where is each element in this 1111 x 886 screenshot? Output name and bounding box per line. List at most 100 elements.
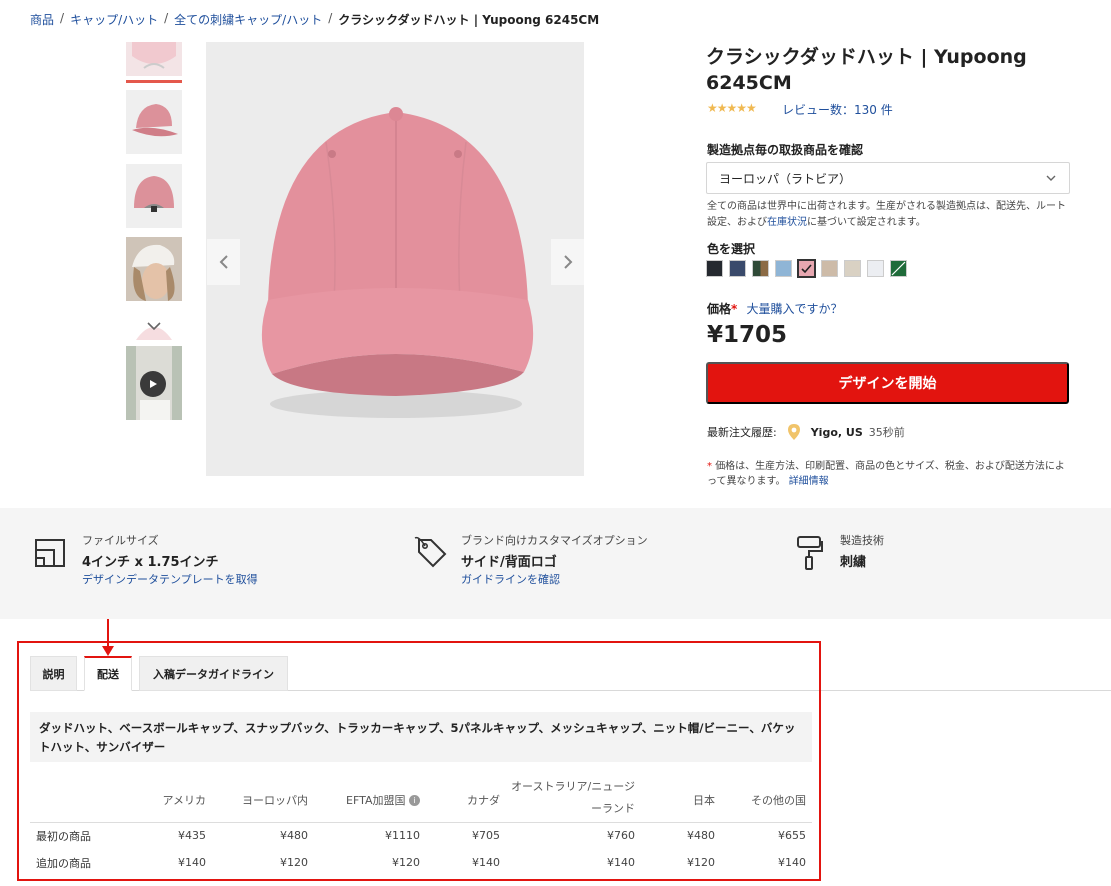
check-icon — [801, 264, 812, 274]
tab-description[interactable]: 説明 — [30, 656, 77, 691]
column-header-label: EFTA加盟国 — [346, 793, 406, 807]
color-swatch[interactable] — [729, 260, 746, 277]
info-icon[interactable]: i — [409, 795, 420, 806]
price-note-text: 価格は、生産方法、印刷配置、商品の色とサイズ、税金、および配送方法によって異なり… — [707, 461, 1065, 487]
required-mark: * — [707, 461, 712, 472]
chevron-right-icon — [563, 255, 572, 269]
play-icon — [140, 371, 166, 397]
tab-file-guidelines[interactable]: 入稿データガイドライン — [139, 656, 288, 691]
color-swatch[interactable] — [890, 260, 907, 277]
thumbnail-image-back[interactable] — [126, 164, 182, 228]
column-header: EFTA加盟国 i — [314, 772, 426, 823]
location-label: 製造拠点毎の取扱商品を確認 — [707, 143, 864, 157]
guidelines-link[interactable]: ガイドラインを確認 — [461, 571, 560, 587]
image-next-button[interactable] — [551, 239, 584, 285]
feature-title-file-size: ファイルサイズ — [82, 534, 159, 547]
diagonal-line-icon — [891, 261, 906, 276]
price-label: 価格 — [707, 302, 732, 316]
main-product-image — [206, 42, 584, 476]
tab-shipping[interactable]: 配送 — [84, 656, 132, 691]
breadcrumb-link-caps-hats[interactable]: キャップ/ハット — [70, 11, 158, 28]
recent-order-label: 最新注文履歴: — [707, 426, 777, 439]
location-pin-icon — [787, 424, 800, 440]
recent-order: 最新注文履歴: Yigo, US 35秒前 — [707, 423, 905, 441]
table-cell: ¥140 — [607, 856, 635, 869]
chevron-down-icon — [1046, 175, 1056, 181]
thumbnail-scroll-down-button[interactable] — [132, 314, 176, 340]
location-note-suffix: に基づいて設定されます。 — [807, 217, 926, 228]
chevron-down-icon — [136, 322, 172, 340]
shipping-product-types: ダッドハット、ベースボールキャップ、スナップバック、トラッカーキャップ、5パネル… — [30, 712, 812, 762]
color-swatch[interactable] — [775, 260, 792, 277]
table-header-empty — [30, 772, 120, 823]
breadcrumb-separator: / — [60, 11, 65, 25]
thumbnail-image-side[interactable] — [126, 90, 182, 154]
row-label: 最初の商品 — [36, 829, 91, 843]
table-cell: ¥435 — [178, 829, 206, 843]
breadcrumb-link-products[interactable]: 商品 — [30, 11, 54, 28]
shipping-rates-table: アメリカ ヨーロッパ内 EFTA加盟国 i カナダ オーストラリア/ニュージーラ… — [30, 772, 812, 876]
thumbnail-image-front[interactable] — [126, 42, 182, 76]
color-swatch[interactable] — [844, 260, 861, 277]
required-mark: * — [731, 302, 738, 316]
column-header: ヨーロッパ内 — [212, 772, 314, 823]
stock-status-link[interactable]: 在庫状況 — [767, 217, 807, 228]
breadcrumb-link-embroidered-caps[interactable]: 全ての刺繍キャップ/ハット — [174, 11, 322, 28]
thumbnail-video[interactable] — [126, 346, 182, 420]
row-label: 追加の商品 — [36, 856, 91, 870]
color-swatch[interactable] — [867, 260, 884, 277]
table-cell: ¥760 — [607, 829, 635, 843]
table-cell: ¥120 — [392, 856, 420, 869]
column-header: カナダ — [426, 772, 506, 823]
price-label-row: 価格* 大量購入ですか？ — [707, 300, 843, 317]
product-title: クラシックダッドハット | Yupoong 6245CM — [706, 46, 1027, 94]
chevron-left-icon — [219, 255, 228, 269]
bulk-order-link[interactable]: 大量購入ですか？ — [746, 302, 842, 316]
recent-order-time: 35秒前 — [868, 426, 905, 439]
recent-order-place: Yigo, US — [810, 425, 863, 439]
more-info-link[interactable]: 詳細情報 — [789, 476, 829, 487]
feature-title-branding: ブランド向けカスタマイズオプション — [461, 534, 648, 547]
color-swatch[interactable] — [706, 260, 723, 277]
color-label: 色を選択 — [707, 242, 756, 256]
color-swatches — [706, 259, 907, 278]
table-cell: ¥1110 — [385, 829, 420, 843]
feature-value-file-size: 4インチ x 1.75インチ — [82, 555, 219, 570]
price-note: * 価格は、生産方法、印刷配置、商品の色とサイズ、税金、および配送方法によって異… — [707, 459, 1069, 489]
rating-stars-icon: ★★★★★ — [707, 101, 757, 115]
thumbnail-image-model[interactable] — [126, 237, 182, 301]
reviews-link[interactable]: レビュー数：130 件 — [782, 101, 893, 118]
feature-title-technique: 製造技術 — [840, 534, 884, 547]
table-cell: ¥140 — [472, 856, 500, 869]
table-cell: ¥655 — [778, 829, 806, 843]
table-cell: ¥120 — [687, 856, 715, 869]
thumbnail-active-indicator — [126, 80, 182, 83]
column-header: その他の国 — [721, 772, 812, 823]
design-template-link[interactable]: デザインデータテンプレートを取得 — [82, 571, 258, 587]
table-cell: ¥480 — [687, 829, 715, 843]
color-swatch[interactable] — [752, 260, 769, 277]
table-cell: ¥140 — [178, 856, 206, 869]
column-header: オーストラリア/ニュージーランド — [506, 772, 641, 823]
table-cell: ¥705 — [472, 829, 500, 843]
breadcrumb-separator: / — [164, 11, 169, 25]
table-row: 追加の商品 ¥140 ¥120 ¥120 ¥140 ¥140 ¥120 ¥140 — [30, 849, 812, 876]
annotation-arrow — [107, 619, 109, 647]
start-design-button[interactable]: デザインを開始 — [706, 362, 1069, 404]
feature-value-technique: 刺繍 — [840, 555, 867, 570]
color-swatch[interactable] — [821, 260, 838, 277]
location-note: 全ての商品は世界中に出荷されます。生産がされる製造拠点は、配送先、ルート設定、お… — [707, 199, 1069, 231]
color-swatch-selected[interactable] — [797, 259, 816, 278]
column-header: 日本 — [641, 772, 721, 823]
table-row: 最初の商品 ¥435 ¥480 ¥1110 ¥705 ¥760 ¥480 ¥65… — [30, 822, 812, 849]
location-select[interactable]: ヨーロッパ（ラトビア） — [706, 162, 1070, 194]
breadcrumb: 商品 / キャップ/ハット / 全ての刺繍キャップ/ハット / クラシックダッド… — [30, 11, 599, 28]
price-value: ¥1705 — [707, 322, 788, 348]
annotation-arrow-head — [102, 646, 114, 656]
table-header-row: アメリカ ヨーロッパ内 EFTA加盟国 i カナダ オーストラリア/ニュージーラ… — [30, 772, 812, 823]
file-size-icon — [34, 538, 66, 572]
image-prev-button[interactable] — [207, 239, 240, 285]
breadcrumb-current: クラシックダッドハット | Yupoong 6245CM — [338, 13, 600, 27]
paint-roller-icon — [794, 535, 824, 575]
table-cell: ¥140 — [778, 856, 806, 869]
